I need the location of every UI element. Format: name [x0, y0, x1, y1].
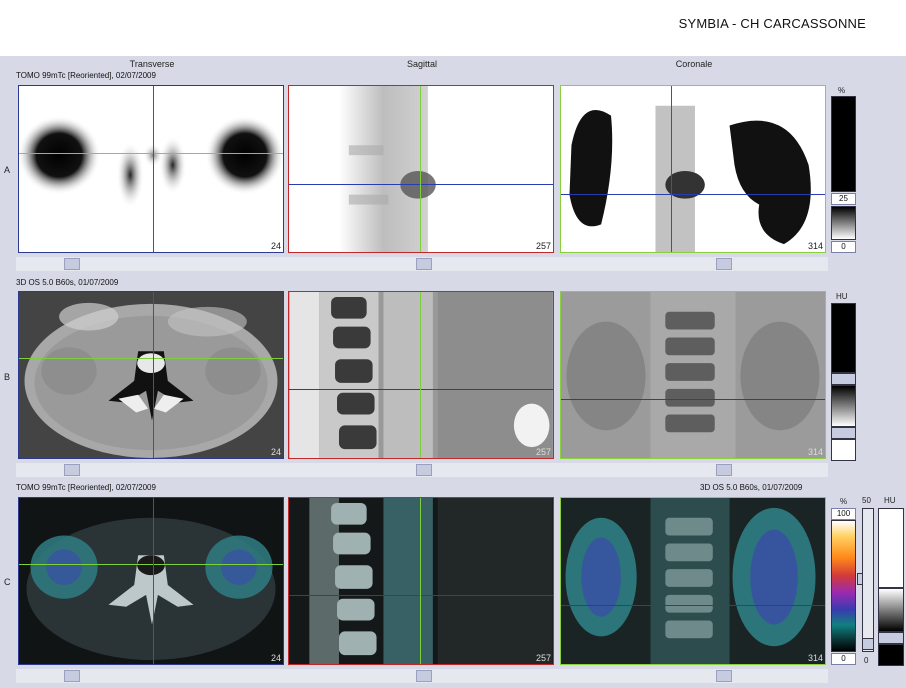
- row-label-c: C: [4, 577, 11, 587]
- slider-thumb-icon[interactable]: [716, 464, 732, 476]
- viewport-c-coronal[interactable]: 314: [560, 497, 826, 665]
- slice-number: 257: [535, 653, 551, 663]
- crosshair-horizontal[interactable]: [19, 564, 283, 565]
- slider-thumb-icon[interactable]: [716, 258, 732, 270]
- crosshair-vertical[interactable]: [671, 86, 672, 252]
- slice-number: 314: [807, 447, 823, 457]
- crosshair-horizontal[interactable]: [289, 184, 553, 185]
- site-name: SYMBIA - CH CARCASSONNE: [678, 16, 866, 31]
- crosshair-horizontal[interactable]: [289, 389, 553, 390]
- crosshair-horizontal[interactable]: [289, 595, 553, 596]
- color-scale-bar-a[interactable]: [831, 96, 856, 192]
- window-handle-lower[interactable]: [831, 427, 856, 439]
- scale-min-value[interactable]: 0: [831, 241, 856, 253]
- slider-thumb-icon[interactable]: [716, 670, 732, 682]
- crosshair-vertical[interactable]: [153, 292, 154, 458]
- slider-thumb-icon[interactable]: [416, 464, 432, 476]
- hu-window-track[interactable]: [862, 508, 874, 652]
- slider-thumb-icon[interactable]: [64, 670, 80, 682]
- grayscale-ramp-b: [831, 385, 856, 427]
- crosshair-vertical[interactable]: [420, 86, 421, 252]
- slice-number: 24: [270, 241, 281, 251]
- scale-unit-pct: %: [840, 497, 848, 506]
- column-header-coronal: Coronale: [675, 59, 713, 69]
- hu-black-region: [878, 644, 904, 666]
- slice-number: 257: [535, 447, 551, 457]
- column-header-sagittal: Sagittal: [406, 59, 438, 69]
- crosshair-vertical[interactable]: [153, 498, 154, 664]
- slider-thumb-icon[interactable]: [64, 464, 80, 476]
- scale-unit-a: %: [838, 86, 846, 95]
- crosshair-horizontal[interactable]: [561, 399, 825, 400]
- hu-white-region: [878, 508, 904, 588]
- ct-transverse-image: [24, 302, 278, 458]
- viewport-c-sagittal[interactable]: 257: [288, 497, 554, 665]
- crosshair-horizontal[interactable]: [561, 194, 825, 195]
- title-bar: SYMBIA - CH CARCASSONNE: [0, 0, 906, 56]
- crosshair-vertical[interactable]: [420, 498, 421, 664]
- slider-thumb-icon[interactable]: [416, 670, 432, 682]
- ct-sagittal-image: [289, 292, 553, 458]
- spect-transverse-image: [19, 115, 283, 209]
- hu-lower-handle[interactable]: [878, 632, 904, 644]
- row-label-a: A: [4, 165, 11, 175]
- viewport-b-coronal[interactable]: 314: [560, 291, 826, 459]
- scale-white-region: [831, 439, 856, 461]
- fusion-color-scale[interactable]: [831, 520, 856, 652]
- pct-max-value[interactable]: 100: [831, 508, 856, 520]
- scale-unit-hu: HU: [884, 496, 896, 505]
- scale-hu-min: 0: [864, 656, 869, 665]
- crosshair-vertical[interactable]: [420, 292, 421, 458]
- scale-hu-max: 50: [862, 496, 871, 505]
- slice-number: 314: [807, 241, 823, 251]
- slice-number: 314: [807, 653, 823, 663]
- series-label-a: TOMO 99mTc [Reoriented], 02/07/2009: [16, 71, 156, 80]
- fusion-transverse-image: [26, 517, 276, 661]
- pct-min-value[interactable]: 0: [831, 653, 856, 665]
- series-label-b: 3D OS 5.0 B60s, 01/07/2009: [16, 278, 119, 287]
- fusion-coronal-image: [565, 498, 816, 664]
- slider-thumb-icon[interactable]: [416, 258, 432, 270]
- series-label-c-left: TOMO 99mTc [Reoriented], 02/07/2009: [16, 483, 156, 492]
- row-label-b: B: [4, 372, 11, 382]
- crosshair-horizontal[interactable]: [19, 153, 283, 154]
- series-label-c-right: 3D OS 5.0 B60s, 01/07/2009: [700, 483, 803, 492]
- viewport-b-sagittal[interactable]: 257: [288, 291, 554, 459]
- viewport-c-transverse[interactable]: 24: [18, 497, 284, 665]
- hu-grayscale-ramp: [878, 588, 904, 632]
- window-handle-upper[interactable]: [831, 373, 856, 385]
- scale-max-value[interactable]: 25: [831, 193, 856, 205]
- viewport-a-transverse[interactable]: 24: [18, 85, 284, 253]
- slice-number: 24: [270, 653, 281, 663]
- viewport-a-coronal[interactable]: 314: [560, 85, 826, 253]
- scale-unit-b: HU: [836, 292, 848, 301]
- spect-coronal-image: [569, 105, 811, 252]
- slice-number: 257: [535, 241, 551, 251]
- crosshair-horizontal[interactable]: [19, 358, 283, 359]
- color-scale-bar-b[interactable]: [831, 303, 856, 373]
- fusion-sagittal-image: [309, 498, 553, 664]
- hu-window-handle[interactable]: [862, 638, 874, 650]
- ct-coronal-image: [566, 292, 820, 458]
- spect-sagittal-image: [338, 86, 436, 252]
- column-header-transverse: Transverse: [129, 59, 175, 69]
- crosshair-horizontal[interactable]: [561, 605, 825, 606]
- crosshair-vertical[interactable]: [153, 86, 154, 252]
- slider-thumb-icon[interactable]: [64, 258, 80, 270]
- viewport-b-transverse[interactable]: 24: [18, 291, 284, 459]
- viewport-a-sagittal[interactable]: 257: [288, 85, 554, 253]
- slice-number: 24: [270, 447, 281, 457]
- grayscale-ramp-a: [831, 206, 856, 240]
